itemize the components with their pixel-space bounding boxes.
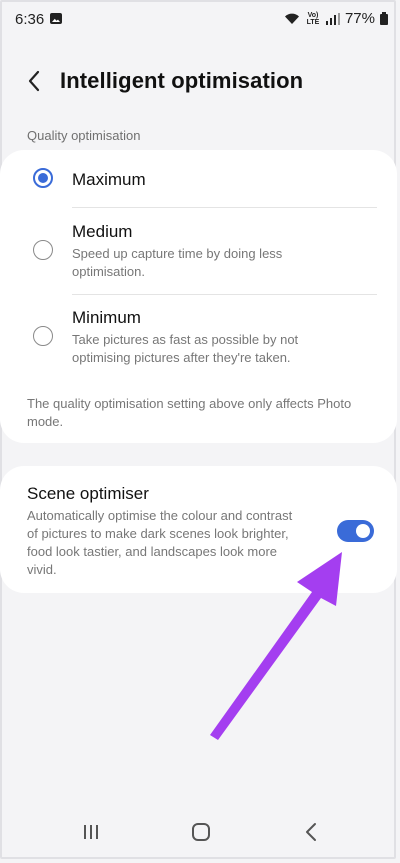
quality-note: The quality optimisation setting above o…	[27, 396, 352, 429]
chevron-left-icon[interactable]	[24, 68, 46, 94]
app-header: Intelligent optimisation	[0, 62, 400, 100]
wifi-icon	[284, 13, 300, 25]
option-maximum[interactable]: Maximum	[0, 150, 397, 208]
radio-button-selected[interactable]	[33, 168, 53, 188]
option-description: Speed up capture time by doing less opti…	[72, 246, 283, 279]
option-minimum[interactable]: Minimum Take pictures as fast as possibl…	[0, 294, 397, 380]
option-label: Maximum	[72, 170, 146, 189]
battery-icon	[380, 12, 388, 25]
signal-icon	[325, 12, 340, 25]
navigation-bar	[0, 817, 400, 847]
option-label: Medium	[72, 222, 133, 241]
gallery-icon	[50, 13, 62, 24]
scene-optimiser-label: Scene optimiser	[27, 484, 149, 503]
toggle-knob	[356, 524, 370, 538]
recents-icon[interactable]	[76, 817, 106, 847]
status-time: 6:36	[15, 11, 45, 28]
volte-icon: Vo) LTE	[306, 11, 320, 26]
home-icon[interactable]	[186, 817, 216, 847]
status-bar: 6:36 Vo) LTE 77%	[0, 0, 400, 40]
quality-options-card: Maximum Medium Speed up capture time by …	[0, 150, 397, 443]
scene-optimiser-toggle[interactable]	[337, 520, 374, 542]
battery-percent: 77%	[344, 10, 375, 27]
scene-optimiser-card[interactable]: Scene optimiser Automatically optimise t…	[0, 466, 397, 593]
option-label: Minimum	[72, 308, 141, 327]
page-title: Intelligent optimisation	[60, 68, 304, 93]
option-medium[interactable]: Medium Speed up capture time by doing le…	[0, 208, 397, 294]
radio-button[interactable]	[33, 326, 53, 346]
section-label-quality: Quality optimisation	[27, 128, 141, 143]
radio-button[interactable]	[33, 240, 53, 260]
back-icon[interactable]	[296, 817, 326, 847]
option-description: Take pictures as fast as possible by not…	[72, 332, 299, 365]
scene-optimiser-description: Automatically optimise the colour and co…	[27, 508, 293, 577]
